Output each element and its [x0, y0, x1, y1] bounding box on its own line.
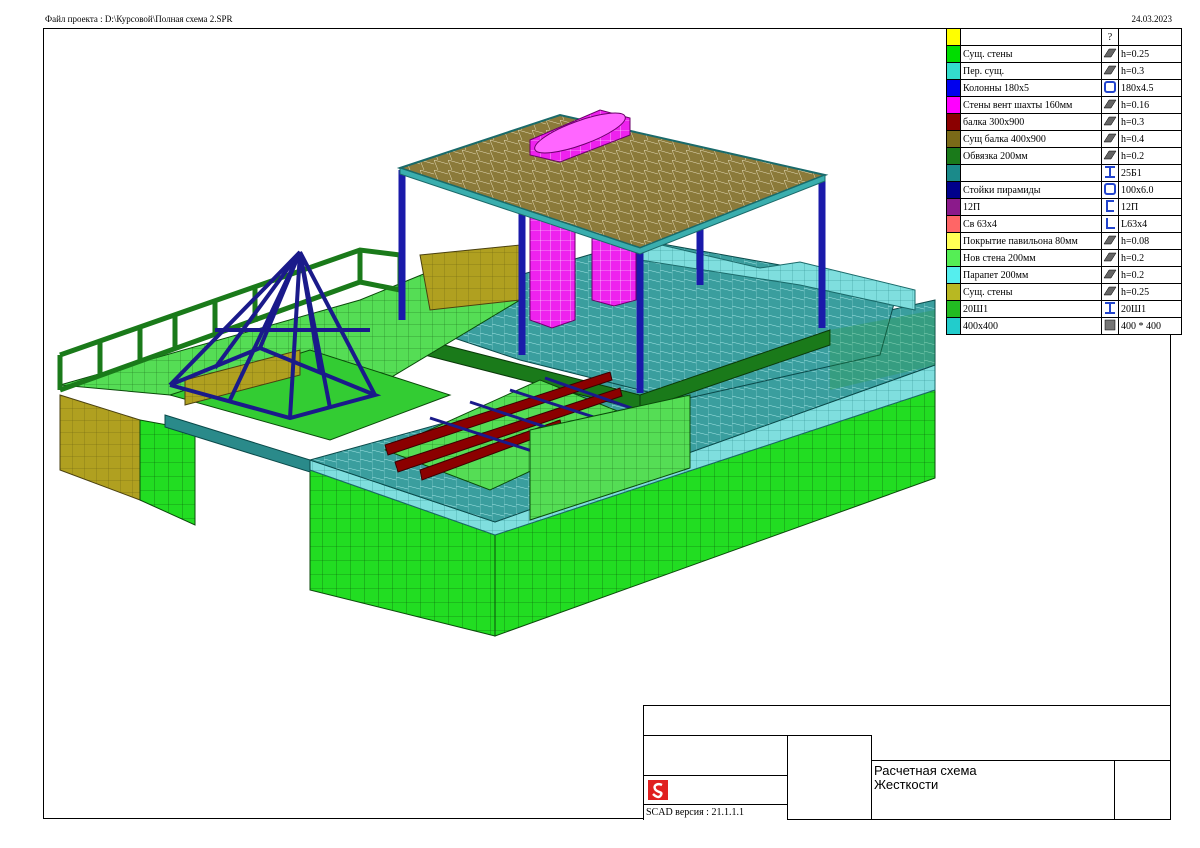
legend-row: Стены вент шахты 160мм h=0.16	[946, 96, 1182, 114]
plate-icon	[1101, 232, 1119, 250]
legend-name: Колонны 180х5	[960, 79, 1102, 97]
legend-row: 20Ш1 20Ш1	[946, 300, 1182, 318]
legend-value: 12П	[1118, 198, 1182, 216]
legend-name: Св 63х4	[960, 215, 1102, 233]
legend-row: Обвязка 200мм h=0.2	[946, 147, 1182, 165]
legend-row: Нов стена 200мм h=0.2	[946, 249, 1182, 267]
legend-name: Пер. сущ.	[960, 62, 1102, 80]
legend-row: Сущ балка 400х900 h=0.4	[946, 130, 1182, 148]
legend-value: h=0.2	[1118, 249, 1182, 267]
left-wall-green	[139, 419, 196, 526]
legend-swatch	[946, 232, 961, 250]
legend-name: Сущ балка 400х900	[960, 130, 1102, 148]
channel-icon	[1101, 198, 1119, 216]
legend-swatch	[946, 164, 961, 182]
legend-row: 400х400 400 * 400	[946, 317, 1182, 335]
legend-row: Стойки пирамиды 100x6.0	[946, 181, 1182, 199]
plate-icon	[1101, 96, 1119, 114]
legend-name: Обвязка 200мм	[960, 147, 1102, 165]
scheme-subtitle: Жесткости	[874, 777, 939, 792]
plate-icon	[1101, 45, 1119, 63]
legend-row: Колонны 180х5 180x4.5	[946, 79, 1182, 97]
legend-name: Нов стена 200мм	[960, 249, 1102, 267]
legend-value: h=0.2	[1118, 266, 1182, 284]
plate-icon	[1101, 130, 1119, 148]
legend-name: Покрытие павильона 80мм	[960, 232, 1102, 250]
stiffness-legend: ? Сущ. стены h=0.25 Пер. сущ. h=0.3 Колонны …	[946, 28, 1182, 335]
legend-row: балка 300х900 h=0.3	[946, 113, 1182, 131]
plate-icon	[1101, 113, 1119, 131]
legend-swatch	[946, 317, 961, 335]
plate-icon	[1101, 62, 1119, 80]
legend-row: Покрытие павильона 80мм h=0.08	[946, 232, 1182, 250]
legend-row: Пер. сущ. h=0.3	[946, 62, 1182, 80]
legend-value: h=0.16	[1118, 96, 1182, 114]
legend-swatch	[946, 130, 961, 148]
legend-value: L63x4	[1118, 215, 1182, 233]
legend-swatch	[946, 249, 961, 267]
legend-swatch	[946, 283, 961, 301]
legend-name	[960, 164, 1102, 182]
legend-name: балка 300х900	[960, 113, 1102, 131]
legend-row: Сущ. стены h=0.25	[946, 45, 1182, 63]
scad-logo-icon	[648, 780, 668, 800]
legend-name: 12П	[960, 198, 1102, 216]
left-wall-olive	[59, 394, 141, 501]
legend-value: h=0.3	[1118, 62, 1182, 80]
legend-header-mark: ?	[1101, 28, 1119, 46]
legend-name: Сущ. стены	[960, 283, 1102, 301]
legend-row: 12П 12П	[946, 198, 1182, 216]
legend-swatch	[946, 198, 961, 216]
legend-name: 20Ш1	[960, 300, 1102, 318]
legend-row: 25Б1	[946, 164, 1182, 182]
legend-swatch	[946, 266, 961, 284]
legend-swatch	[946, 79, 961, 97]
scad-version: SCAD версия : 21.1.1.1	[646, 807, 744, 818]
legend-swatch	[946, 96, 961, 114]
legend-swatch	[946, 215, 961, 233]
plate-icon	[1101, 283, 1119, 301]
legend-swatch	[946, 181, 961, 199]
legend-name: 400х400	[960, 317, 1102, 335]
solid-section-icon	[1101, 317, 1119, 335]
box-section-icon	[1101, 181, 1119, 199]
legend-header-row: ?	[946, 28, 1182, 46]
legend-value: 100x6.0	[1118, 181, 1182, 199]
legend-row: Сущ. стены h=0.25	[946, 283, 1182, 301]
scheme-title: Расчетная схема	[874, 763, 977, 778]
legend-swatch	[946, 147, 961, 165]
legend-name: Парапет 200мм	[960, 266, 1102, 284]
plate-icon	[1101, 266, 1119, 284]
i-beam-icon	[1101, 300, 1119, 318]
legend-value: h=0.3	[1118, 113, 1182, 131]
legend-row: Св 63х4 L63x4	[946, 215, 1182, 233]
legend-name: Стойки пирамиды	[960, 181, 1102, 199]
legend-header-swatch	[946, 28, 961, 46]
legend-swatch	[946, 300, 961, 318]
legend-value: 25Б1	[1118, 164, 1182, 182]
legend-row: Парапет 200мм h=0.2	[946, 266, 1182, 284]
legend-value: h=0.08	[1118, 232, 1182, 250]
legend-name: Сущ. стены	[960, 45, 1102, 63]
legend-name: Стены вент шахты 160мм	[960, 96, 1102, 114]
legend-swatch	[946, 62, 961, 80]
legend-value: 400 * 400	[1118, 317, 1182, 335]
i-beam-icon	[1101, 164, 1119, 182]
angle-icon	[1101, 215, 1119, 233]
legend-value: h=0.4	[1118, 130, 1182, 148]
legend-value: 180x4.5	[1118, 79, 1182, 97]
legend-swatch	[946, 113, 961, 131]
box-section-icon	[1101, 79, 1119, 97]
legend-value: h=0.2	[1118, 147, 1182, 165]
legend-value: h=0.25	[1118, 45, 1182, 63]
legend-value: 20Ш1	[1118, 300, 1182, 318]
legend-swatch	[946, 45, 961, 63]
left-olive-wall-back	[419, 244, 521, 311]
plate-icon	[1101, 249, 1119, 267]
plate-icon	[1101, 147, 1119, 165]
legend-value: h=0.25	[1118, 283, 1182, 301]
